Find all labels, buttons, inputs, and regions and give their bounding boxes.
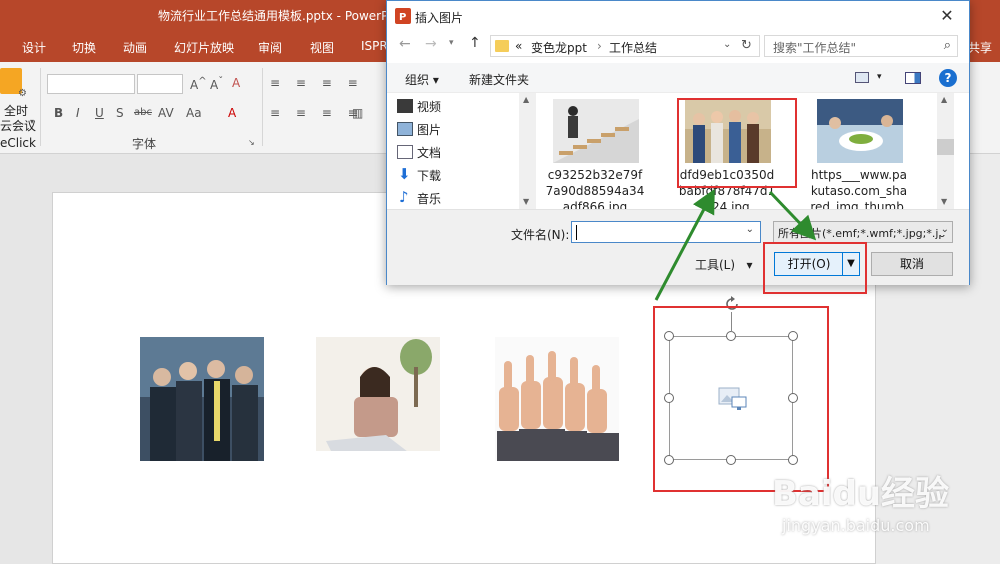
watermark-logo-text: Baidu经验: [772, 474, 950, 514]
arrow-file-to-open: [768, 190, 817, 241]
arrow-placeholder-to-file: [654, 188, 715, 301]
watermark: Baidu经验 jingyan.baidu.com: [772, 466, 992, 556]
watermark-url: jingyan.baidu.com: [782, 516, 930, 535]
